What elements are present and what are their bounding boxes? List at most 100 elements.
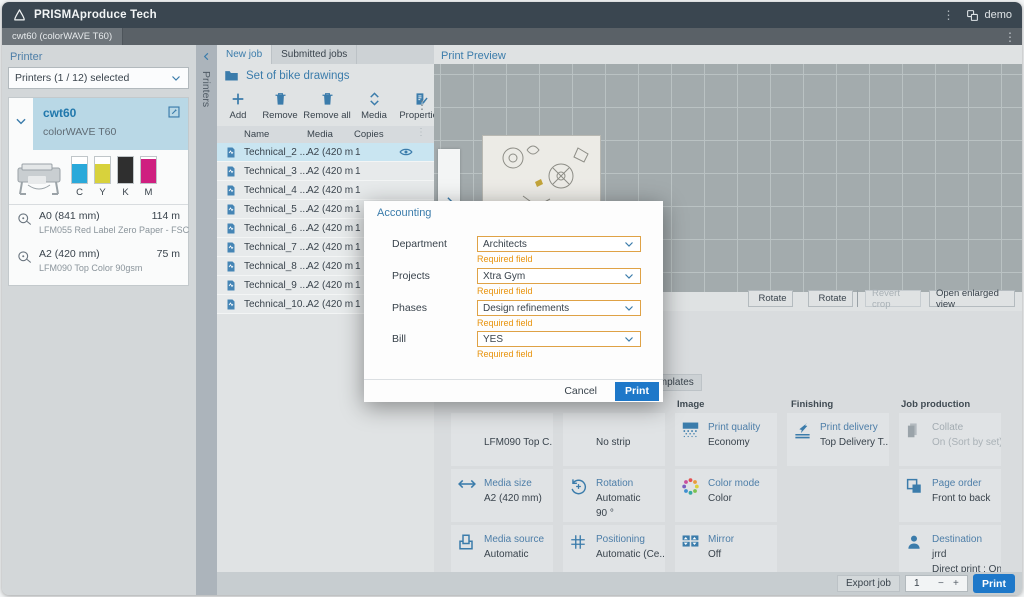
department-dropdown[interactable]: Architects xyxy=(477,236,641,252)
media-source-tile[interactable]: Media source Automatic xyxy=(451,525,553,578)
strip-tile[interactable]: No strip xyxy=(563,413,665,466)
table-row[interactable]: Technical_2 ... A2 (420 m 1 xyxy=(217,143,434,162)
roll-media: LFM055 Red Label Zero Paper - FSC xyxy=(39,225,189,235)
required-field-hint: Required field xyxy=(477,286,533,296)
table-kebab-icon[interactable]: ⋮ xyxy=(410,128,432,138)
ink-black: K xyxy=(117,156,134,198)
print-button[interactable]: Print xyxy=(973,574,1015,593)
job-name: Technical_7 ... xyxy=(244,242,308,253)
copies-value: 1 xyxy=(914,578,920,589)
column-copies: Copies xyxy=(354,129,384,140)
remove-all-button[interactable]: Remove all xyxy=(300,91,354,121)
drawing-file-icon xyxy=(225,298,237,311)
chevron-down-icon xyxy=(623,333,635,345)
cancel-button[interactable]: Cancel xyxy=(558,383,603,399)
rotation-icon xyxy=(569,476,589,518)
trash-icon xyxy=(273,91,288,107)
roll-a2[interactable]: A2 (420 mm) 75 m LFM090 Top Color 90gsm xyxy=(9,243,188,281)
collapse-chevron-icon[interactable] xyxy=(14,114,28,128)
roll-a0[interactable]: A0 (841 mm) 114 m LFM055 Red Label Zero … xyxy=(9,205,188,243)
color-mode-tile[interactable]: Color mode Color xyxy=(675,469,777,522)
section-image: Image xyxy=(677,399,704,410)
roll-icon xyxy=(17,212,32,227)
destination-tile[interactable]: Destination jrrd Direct print : On xyxy=(899,525,1001,578)
remove-button[interactable]: Remove xyxy=(253,91,307,121)
roll-remaining: 75 m xyxy=(157,248,180,260)
title-bar: PRISMAproduce Tech ⋮ demo xyxy=(2,2,1022,28)
job-copies: 1 xyxy=(355,223,361,234)
chevron-down-icon xyxy=(170,72,182,84)
field-label: Department xyxy=(392,238,447,250)
print-delivery-tile[interactable]: Print delivery Top Delivery T... xyxy=(787,413,889,466)
rotation-tile[interactable]: Rotation Automatic 90 ° xyxy=(563,469,665,522)
print-quality-tile[interactable]: Print quality Economy xyxy=(675,413,777,466)
projects-dropdown[interactable]: Xtra Gym xyxy=(477,268,641,284)
printer-window-tab[interactable]: cwt60 (colorWAVE T60) xyxy=(2,28,123,45)
revert-crop-button: Revert crop xyxy=(865,290,921,307)
copies-stepper[interactable]: 1 − + xyxy=(905,575,968,592)
rotate-right-button[interactable]: Rotate xyxy=(808,290,853,307)
column-name: Name xyxy=(244,129,269,140)
open-enlarged-view-button[interactable]: Open enlarged view xyxy=(929,290,1015,307)
dialog-footer: Cancel Print xyxy=(364,379,663,402)
job-name: Technical_6 ... xyxy=(244,223,308,234)
job-copies: 1 xyxy=(355,166,361,177)
collate-tile: Collate On (Sort by set) xyxy=(899,413,1001,466)
job-set-row[interactable]: Set of bike drawings xyxy=(224,69,350,82)
media-tray-icon xyxy=(457,532,477,574)
roll-media: LFM090 Top Color 90gsm xyxy=(39,263,142,273)
edit-printer-icon[interactable] xyxy=(167,105,181,119)
drawing-file-icon xyxy=(225,222,237,235)
job-copies: 1 xyxy=(355,204,361,215)
export-job-button[interactable]: Export job xyxy=(837,575,900,592)
job-copies: 1 xyxy=(355,242,361,253)
media-button[interactable]: Media xyxy=(347,91,401,121)
printers-panel-strip: Printers xyxy=(196,45,217,595)
trash-icon xyxy=(320,91,335,107)
table-row[interactable]: Technical_3 ... A2 (420 m 1 xyxy=(217,162,434,181)
job-name: Technical_5 ... xyxy=(244,204,308,215)
bill-dropdown[interactable]: YES xyxy=(477,331,641,347)
increment-button[interactable]: + xyxy=(953,578,959,589)
dialog-print-button[interactable]: Print xyxy=(615,382,659,401)
sidebar-title: Printer xyxy=(10,51,42,63)
job-name: Technical_9 ... xyxy=(244,280,308,291)
toolbar-kebab-icon[interactable]: ⋮ xyxy=(410,99,434,111)
tab-submitted-jobs[interactable]: Submitted jobs xyxy=(272,45,357,64)
job-media: A2 (420 m xyxy=(307,242,353,253)
up-down-chevrons-icon xyxy=(367,91,382,107)
roll-size: A2 (420 mm) xyxy=(39,248,100,260)
job-media: A2 (420 m xyxy=(307,147,353,158)
phases-dropdown[interactable]: Design refinements xyxy=(477,300,641,316)
media-type-tile[interactable]: LFM090 Top C... xyxy=(451,413,553,466)
page-order-tile[interactable]: Page order Front to back xyxy=(899,469,1001,522)
chevron-down-icon xyxy=(623,270,635,282)
printer-model: colorWAVE T60 xyxy=(43,126,116,138)
rotate-left-button[interactable]: Rotate xyxy=(748,290,793,307)
tab-bar-kebab-icon[interactable]: ⋮ xyxy=(998,31,1022,43)
collate-icon xyxy=(905,420,925,462)
chevron-down-icon xyxy=(623,302,635,314)
decrement-button[interactable]: − xyxy=(938,578,944,589)
tab-new-job[interactable]: New job xyxy=(217,45,272,64)
print-preview-title: Print Preview xyxy=(441,50,506,62)
user-menu[interactable]: demo xyxy=(966,9,1012,22)
eye-icon[interactable] xyxy=(399,146,413,158)
printer-select-dropdown[interactable]: Printers (1 / 12) selected xyxy=(8,67,189,89)
collapse-panel-chevron-icon[interactable] xyxy=(201,51,212,62)
mirror-tile[interactable]: Mirror Off xyxy=(675,525,777,578)
positioning-tile[interactable]: Positioning Automatic (Ce... xyxy=(563,525,665,578)
print-delivery-icon xyxy=(793,420,813,462)
color-wheel-icon xyxy=(681,476,701,518)
printers-vertical-tab[interactable]: Printers xyxy=(200,71,212,107)
required-field-hint: Required field xyxy=(477,254,533,264)
media-size-tile[interactable]: Media size A2 (420 mm) xyxy=(451,469,553,522)
drawing-file-icon xyxy=(225,260,237,273)
accounting-dialog: Accounting Department Architects Require… xyxy=(364,201,663,402)
job-copies: 1 xyxy=(355,185,361,196)
table-row[interactable]: Technical_4 ... A2 (420 m 1 xyxy=(217,181,434,200)
app-menu-kebab-icon[interactable]: ⋮ xyxy=(936,9,960,21)
job-media: A2 (420 m xyxy=(307,223,353,234)
printer-card[interactable]: cwt60 colorWAVE T60 C xyxy=(8,97,189,286)
job-media: A2 (420 m xyxy=(307,261,353,272)
